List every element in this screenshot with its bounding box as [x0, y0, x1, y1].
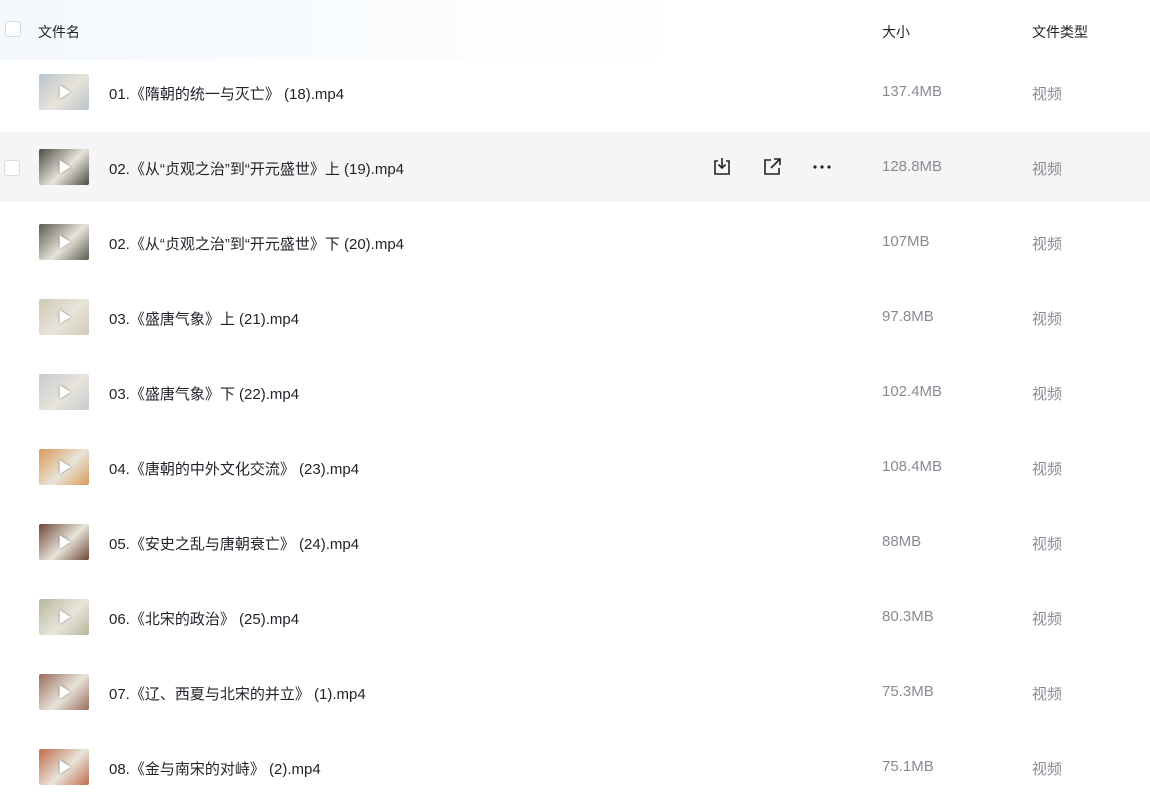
play-icon [59, 760, 71, 774]
file-type: 视频 [1032, 311, 1063, 328]
file-name[interactable]: 04.《唐朝的中外文化交流》 (23).mp4 [109, 458, 359, 479]
video-thumbnail[interactable] [39, 449, 89, 485]
file-row[interactable]: 07.《辽、西夏与北宋的并立》 (1).mp4 75.3MB 视频 [0, 657, 1150, 727]
file-row[interactable]: 03.《盛唐气象》下 (22).mp4 102.4MB 视频 [0, 357, 1150, 427]
file-row[interactable]: 03.《盛唐气象》上 (21).mp4 97.8MB 视频 [0, 282, 1150, 352]
video-thumbnail[interactable] [39, 524, 89, 560]
file-row[interactable]: 01.《隋朝的统一与灭亡》 (18).mp4 137.4MB 视频 [0, 57, 1150, 127]
file-row[interactable]: 05.《安史之乱与唐朝衰亡》 (24).mp4 88MB 视频 [0, 507, 1150, 577]
file-type: 视频 [1032, 161, 1063, 178]
download-icon[interactable] [710, 155, 734, 179]
file-size: 137.4MB [882, 83, 943, 100]
share-icon[interactable] [760, 155, 784, 179]
file-row[interactable]: 08.《金与南宋的对峙》 (2).mp4 75.1MB 视频 [0, 732, 1150, 802]
play-icon [59, 460, 71, 474]
video-thumbnail[interactable] [39, 74, 89, 110]
video-thumbnail[interactable] [39, 599, 89, 635]
file-size: 108.4MB [882, 458, 943, 475]
column-header-type[interactable]: 文件类型 [1032, 22, 1088, 42]
file-size: 128.8MB [882, 158, 943, 175]
video-thumbnail[interactable] [39, 224, 89, 260]
file-size: 75.3MB [882, 683, 934, 700]
play-icon [59, 235, 71, 249]
video-thumbnail[interactable] [39, 299, 89, 335]
file-name[interactable]: 03.《盛唐气象》上 (21).mp4 [109, 308, 299, 329]
play-icon [59, 610, 71, 624]
column-header-name[interactable]: 文件名 [38, 22, 80, 42]
file-type: 视频 [1032, 461, 1063, 478]
column-header-size[interactable]: 大小 [882, 22, 910, 42]
file-type: 视频 [1032, 611, 1063, 628]
play-icon [59, 385, 71, 399]
file-size: 97.8MB [882, 308, 934, 325]
select-all-checkbox[interactable] [5, 21, 21, 37]
file-name[interactable]: 07.《辽、西夏与北宋的并立》 (1).mp4 [109, 683, 366, 704]
file-name[interactable]: 01.《隋朝的统一与灭亡》 (18).mp4 [109, 83, 344, 104]
file-size: 80.3MB [882, 608, 934, 625]
file-size: 75.1MB [882, 758, 934, 775]
file-size: 88MB [882, 533, 922, 550]
file-name[interactable]: 05.《安史之乱与唐朝衰亡》 (24).mp4 [109, 533, 359, 554]
file-name[interactable]: 03.《盛唐气象》下 (22).mp4 [109, 383, 299, 404]
file-row[interactable]: 04.《唐朝的中外文化交流》 (23).mp4 108.4MB 视频 [0, 432, 1150, 502]
play-icon [59, 685, 71, 699]
play-icon [59, 535, 71, 549]
file-name[interactable]: 02.《从“贞观之治”到“开元盛世》下 (20).mp4 [109, 233, 404, 254]
file-name[interactable]: 08.《金与南宋的对峙》 (2).mp4 [109, 758, 321, 779]
file-type: 视频 [1032, 386, 1063, 403]
file-row[interactable]: 06.《北宋的政治》 (25).mp4 80.3MB 视频 [0, 582, 1150, 652]
file-name[interactable]: 06.《北宋的政治》 (25).mp4 [109, 608, 299, 629]
file-row[interactable]: 02.《从“贞观之治”到“开元盛世》上 (19).mp4 128.8MB 视频 [0, 132, 1150, 202]
file-type: 视频 [1032, 536, 1063, 553]
file-size: 107MB [882, 233, 930, 250]
file-name[interactable]: 02.《从“贞观之治”到“开元盛世》上 (19).mp4 [109, 158, 404, 179]
file-size: 102.4MB [882, 383, 943, 400]
play-icon [59, 160, 71, 174]
more-icon[interactable] [810, 155, 834, 179]
row-checkbox[interactable] [4, 160, 20, 176]
video-thumbnail[interactable] [39, 149, 89, 185]
file-type: 视频 [1032, 686, 1063, 703]
list-header: 文件名 大小 文件类型 [0, 0, 1150, 60]
file-type: 视频 [1032, 236, 1063, 253]
play-icon [59, 85, 71, 99]
play-icon [59, 310, 71, 324]
video-thumbnail[interactable] [39, 749, 89, 785]
video-thumbnail[interactable] [39, 674, 89, 710]
file-type: 视频 [1032, 761, 1063, 778]
file-row[interactable]: 02.《从“贞观之治”到“开元盛世》下 (20).mp4 107MB 视频 [0, 207, 1150, 277]
file-type: 视频 [1032, 86, 1063, 103]
video-thumbnail[interactable] [39, 374, 89, 410]
